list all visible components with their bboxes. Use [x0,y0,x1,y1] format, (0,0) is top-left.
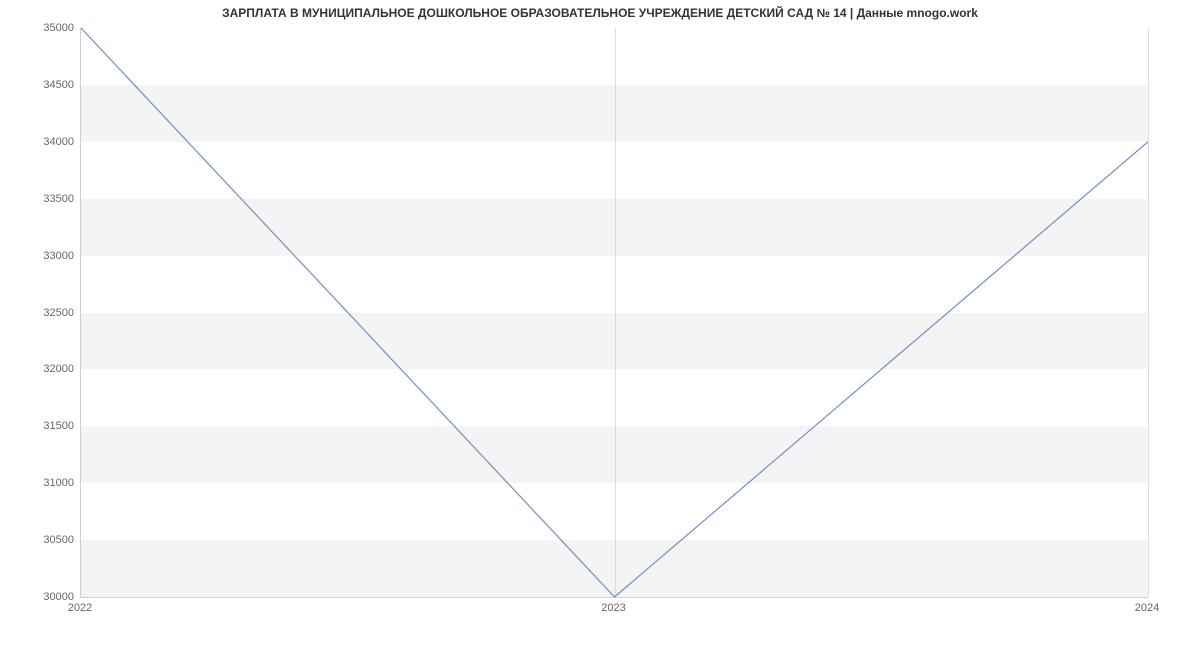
chart-title: ЗАРПЛАТА В МУНИЦИПАЛЬНОЕ ДОШКОЛЬНОЕ ОБРА… [0,6,1200,20]
y-tick-label: 33000 [24,250,74,262]
y-tick-label: 34500 [24,79,74,91]
line-layer [81,28,1148,597]
y-tick-label: 35000 [24,22,74,34]
x-tick-label: 2022 [50,602,110,614]
y-tick-label: 34000 [24,136,74,148]
grid-vertical [1148,28,1149,597]
y-tick-label: 31000 [24,477,74,489]
y-tick-label: 32000 [24,363,74,375]
data-line [81,28,1148,597]
y-tick-label: 32500 [24,307,74,319]
x-tick-label: 2024 [1117,602,1177,614]
chart-container: ЗАРПЛАТА В МУНИЦИПАЛЬНОЕ ДОШКОЛЬНОЕ ОБРА… [0,0,1200,650]
x-tick-label: 2023 [584,602,644,614]
y-tick-label: 31500 [24,420,74,432]
y-tick-label: 33500 [24,193,74,205]
plot-area [80,28,1148,598]
y-tick-label: 30500 [24,534,74,546]
